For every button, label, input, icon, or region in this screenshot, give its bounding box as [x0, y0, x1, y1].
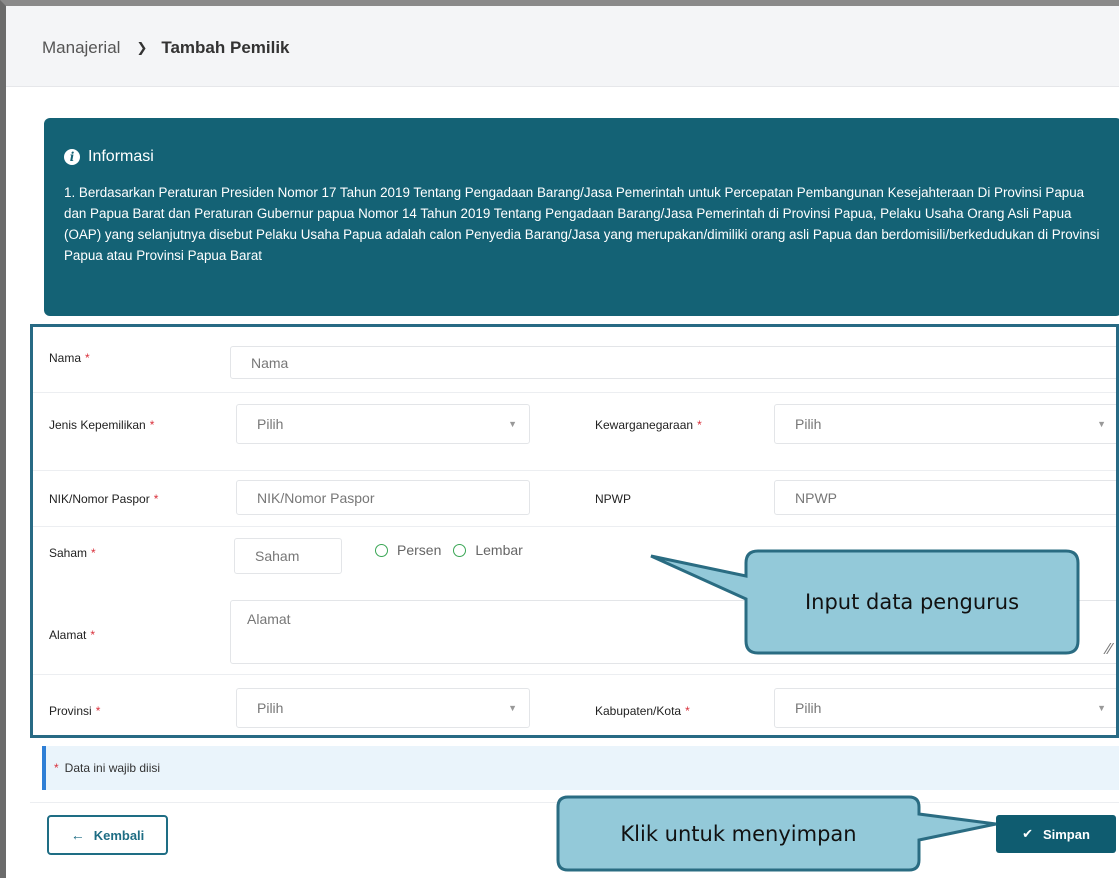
- form-row-provinsi: Provinsi * Pilih ▼ Kabupaten/Kota * Pilih ▼: [33, 674, 1119, 732]
- form-row-kepemilikan: Jenis Kepemilikan * Pilih ▼ Kewarganegaraa…: [33, 392, 1119, 471]
- chevron-right-icon: ❯: [136, 40, 148, 55]
- nik-label: NIK/Nomor Paspor *: [49, 492, 159, 506]
- breadcrumb: Manajerial ❯ Tambah Pemilik: [42, 38, 290, 58]
- saham-label: Saham *: [49, 546, 96, 560]
- form-row-nik: NIK/Nomor Paspor * NIK/Nomor Paspor NPWP …: [33, 470, 1119, 527]
- saham-input[interactable]: Saham: [234, 538, 342, 574]
- dropdown-caret-icon: ▼: [1097, 419, 1106, 429]
- kewarganegaraan-select[interactable]: Pilih ▼: [774, 404, 1119, 444]
- breadcrumb-current: Tambah Pemilik: [161, 38, 290, 57]
- dropdown-caret-icon: ▼: [508, 703, 517, 713]
- provinsi-label: Provinsi *: [49, 704, 101, 718]
- info-text: 1. Berdasarkan Peraturan Presiden Nomor …: [64, 185, 1100, 263]
- provinsi-select[interactable]: Pilih ▼: [236, 688, 530, 728]
- required-note: * Data ini wajib diisi: [42, 746, 1119, 790]
- callout-save-text: Klik untuk menyimpan: [620, 821, 857, 846]
- required-note-text: Data ini wajib diisi: [64, 761, 161, 775]
- nama-input[interactable]: Nama: [230, 346, 1119, 379]
- resize-handle-icon[interactable]: ⁄⁄: [1107, 641, 1112, 659]
- info-icon: i: [64, 149, 80, 165]
- persen-radio[interactable]: [375, 543, 388, 557]
- npwp-input[interactable]: NPWP: [774, 480, 1119, 515]
- arrow-left-icon: ←: [70, 827, 85, 843]
- dropdown-caret-icon: ▼: [508, 419, 517, 429]
- breadcrumb-parent-link[interactable]: Manajerial: [42, 38, 120, 58]
- info-panel: i Informasi 1. Berdasarkan Peraturan Pre…: [44, 118, 1119, 316]
- info-title: Informasi: [88, 148, 154, 165]
- nama-label: Nama *: [49, 351, 90, 365]
- saham-unit-radio-group: Persen Lembar: [375, 542, 523, 558]
- lembar-radio-label: Lembar: [475, 542, 523, 558]
- check-icon: ✔: [1022, 826, 1033, 841]
- save-button[interactable]: ✔ Simpan: [996, 815, 1116, 853]
- kabupaten-label: Kabupaten/Kota *: [595, 704, 690, 718]
- save-button-label: Simpan: [1042, 826, 1090, 842]
- jenis-kepemilikan-label: Jenis Kepemilikan *: [49, 418, 155, 432]
- kabupaten-select[interactable]: Pilih ▼: [774, 688, 1119, 728]
- back-button[interactable]: ← Kembali: [47, 815, 168, 855]
- form-row-nama: Nama * Nama: [33, 326, 1119, 393]
- lembar-radio[interactable]: [453, 543, 467, 557]
- header-bar: Manajerial ❯ Tambah Pemilik: [6, 6, 1119, 87]
- npwp-label: NPWP: [595, 492, 631, 506]
- dropdown-caret-icon: ▼: [1097, 703, 1106, 713]
- page: Manajerial ❯ Tambah Pemilik i Informasi …: [6, 6, 1119, 878]
- nik-input[interactable]: NIK/Nomor Paspor: [236, 480, 530, 515]
- kewarganegaraan-label: Kewarganegaraan *: [595, 418, 702, 432]
- alamat-label: Alamat *: [49, 628, 96, 642]
- persen-radio-label: Persen: [397, 542, 442, 558]
- callout-input-text: Input data pengurus: [804, 590, 1020, 614]
- info-heading: i Informasi: [64, 148, 1102, 166]
- jenis-kepemilikan-select[interactable]: Pilih ▼: [236, 404, 530, 444]
- back-button-label: Kembali: [93, 827, 145, 843]
